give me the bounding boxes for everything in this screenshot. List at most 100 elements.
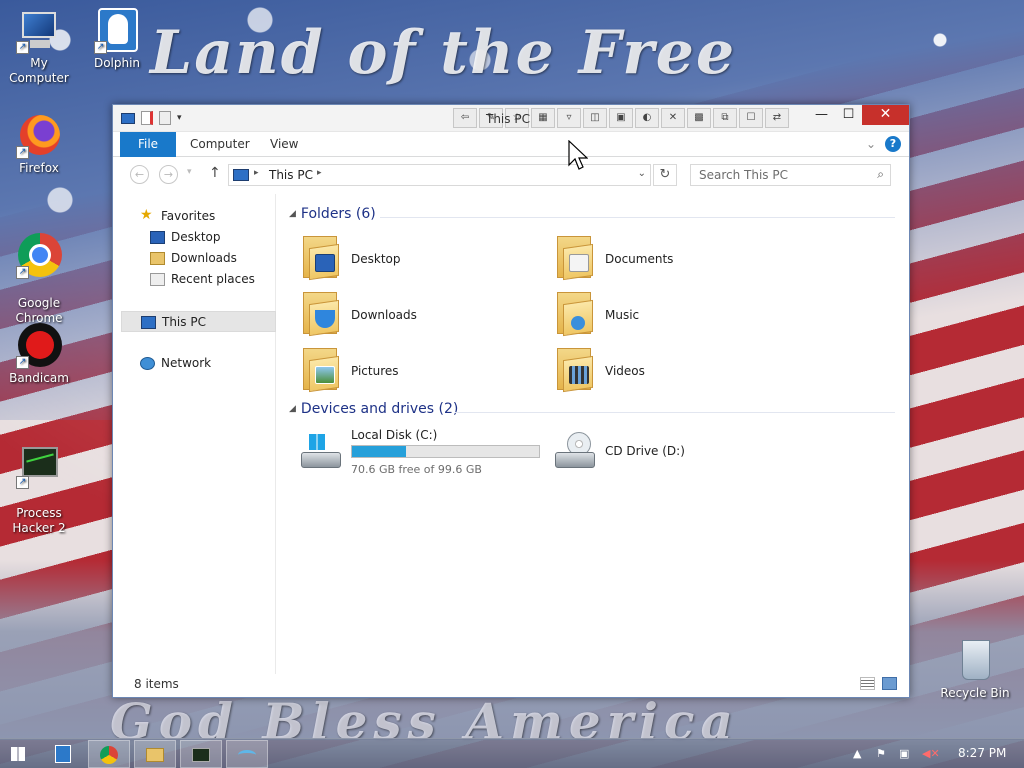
tab-file[interactable]: File bbox=[120, 132, 176, 157]
taskbar-file-explorer[interactable] bbox=[134, 740, 176, 768]
folder-documents[interactable]: Documents bbox=[555, 234, 795, 286]
address-path[interactable]: This PC bbox=[269, 168, 313, 182]
downloads-folder-icon bbox=[301, 290, 343, 337]
forward-button[interactable]: → bbox=[159, 165, 178, 184]
search-input[interactable]: Search This PC ⌕ bbox=[690, 164, 891, 186]
folder-name: Pictures bbox=[351, 364, 399, 378]
title-bar[interactable]: ▾ ⇦ ✎ ☆ ▦ ▿ ◫ ▣ ◐ ✕ ▩ ⧉ ☐ ⇄ This PC — ☐ … bbox=[113, 105, 909, 132]
address-dropdown-icon[interactable]: ⌄ bbox=[638, 168, 646, 179]
desktop-icon-label: My Computer bbox=[9, 56, 69, 85]
minimize-button[interactable]: — bbox=[808, 105, 835, 125]
desktop-icon bbox=[150, 231, 165, 244]
folder-pictures[interactable]: Pictures bbox=[301, 346, 541, 398]
folders-group-header[interactable]: ◢ Folders (6) bbox=[289, 206, 376, 222]
taskbar: ▲ ⚑ ▣ ◀✕ 8:27 PM bbox=[0, 738, 1024, 768]
sidebar-item-network[interactable]: Network bbox=[113, 353, 276, 374]
drive-cd-d[interactable]: CD Drive (D:) bbox=[553, 428, 713, 478]
sidebar-item-downloads[interactable]: Downloads bbox=[113, 248, 276, 269]
status-bar: 8 items bbox=[113, 674, 909, 698]
tool-button[interactable]: ▿ bbox=[557, 108, 581, 128]
folders-header-label: Folders (6) bbox=[300, 206, 376, 222]
hard-drive-icon bbox=[299, 432, 343, 472]
desktop-icon-bandicam[interactable]: ↗ Bandicam bbox=[0, 323, 78, 386]
show-hidden-icons-button[interactable]: ▲ bbox=[853, 747, 861, 760]
ribbon-tabs: File Computer View ⌄ ? bbox=[113, 132, 909, 157]
up-button[interactable]: ↑ bbox=[209, 165, 221, 181]
collapse-icon[interactable]: ◢ bbox=[289, 209, 296, 219]
navigation-bar: ← → ▾ ↑ ▸ This PC ▸ ⌄ ↻ Search This PC ⌕ bbox=[113, 157, 909, 193]
folder-desktop[interactable]: Desktop bbox=[301, 234, 541, 286]
file-explorer-window: ▾ ⇦ ✎ ☆ ▦ ▿ ◫ ▣ ◐ ✕ ▩ ⧉ ☐ ⇄ This PC — ☐ … bbox=[112, 104, 910, 698]
maximize-button[interactable]: ☐ bbox=[835, 105, 862, 125]
back-button[interactable]: ← bbox=[130, 165, 149, 184]
search-icon[interactable]: ⌕ bbox=[877, 167, 884, 182]
desktop-icon-dolphin[interactable]: ↗ Dolphin bbox=[78, 8, 156, 71]
start-button[interactable] bbox=[0, 740, 36, 768]
chevron-right-icon[interactable]: ▸ bbox=[317, 168, 322, 178]
drive-local-disk-c[interactable]: Local Disk (C:) 70.6 GB free of 99.6 GB bbox=[299, 428, 549, 478]
desktop-icon-my-computer[interactable]: ↗ My Computer bbox=[0, 8, 78, 86]
bandicam-icon: ↗ bbox=[16, 323, 62, 369]
chevron-right-icon[interactable]: ▸ bbox=[254, 168, 259, 178]
taskbar-chrome[interactable] bbox=[88, 740, 130, 768]
taskbar-clock[interactable]: 8:27 PM bbox=[958, 746, 1006, 760]
sidebar-item-desktop[interactable]: Desktop bbox=[113, 227, 276, 248]
desktop-folder-icon bbox=[301, 234, 343, 281]
mouse-cursor-icon bbox=[568, 140, 588, 170]
sidebar-item-favorites[interactable]: ★ Favorites bbox=[113, 206, 276, 227]
pictures-folder-icon bbox=[301, 346, 343, 393]
folder-videos[interactable]: Videos bbox=[555, 346, 795, 398]
tab-computer[interactable]: Computer bbox=[190, 132, 250, 157]
tool-button[interactable]: ◫ bbox=[583, 108, 607, 128]
quick-access-toolbar: ▾ bbox=[121, 111, 182, 125]
tool-button[interactable]: ⇄ bbox=[765, 108, 789, 128]
desktop-icon-process-hacker[interactable]: ↗ Process Hacker 2 bbox=[0, 428, 78, 551]
folder-downloads[interactable]: Downloads bbox=[301, 290, 541, 342]
drive-name: CD Drive (D:) bbox=[605, 444, 685, 458]
taskbar-dolphin[interactable] bbox=[42, 740, 84, 768]
item-count: 8 items bbox=[134, 677, 179, 691]
expand-ribbon-icon[interactable]: ⌄ bbox=[866, 137, 876, 151]
tab-view[interactable]: View bbox=[270, 132, 298, 157]
collapse-icon[interactable]: ◢ bbox=[289, 404, 296, 414]
desktop-icon-label: Google Chrome bbox=[15, 296, 63, 325]
tool-button[interactable]: ⇦ bbox=[453, 108, 477, 128]
desktop-icon-label: Firefox bbox=[19, 161, 59, 175]
tool-button[interactable]: ⧉ bbox=[713, 108, 737, 128]
taskbar-dolphin-alt[interactable] bbox=[226, 740, 268, 768]
properties-icon[interactable] bbox=[141, 111, 153, 125]
group-divider bbox=[455, 412, 895, 413]
tool-button[interactable]: ▣ bbox=[609, 108, 633, 128]
navigation-pane: ★ Favorites Desktop Downloads Recent pla… bbox=[113, 194, 276, 674]
drives-header-label: Devices and drives (2) bbox=[300, 401, 459, 417]
drives-group-header[interactable]: ◢ Devices and drives (2) bbox=[289, 401, 458, 417]
desktop-icon-recycle-bin[interactable]: Recycle Bin bbox=[936, 638, 1014, 701]
dolphin-alt-icon bbox=[238, 750, 256, 760]
sidebar-item-recent-places[interactable]: Recent places bbox=[113, 269, 276, 290]
desktop-icon-firefox[interactable]: ↗ Firefox bbox=[0, 113, 78, 176]
tool-button[interactable]: ☐ bbox=[739, 108, 763, 128]
folder-name: Documents bbox=[605, 252, 674, 266]
drive-usage-bar bbox=[351, 445, 540, 458]
tool-button[interactable]: ✕ bbox=[661, 108, 685, 128]
tool-button[interactable]: ▩ bbox=[687, 108, 711, 128]
wallpaper-top-text: Land of the Free bbox=[150, 18, 737, 88]
tool-button[interactable]: ▦ bbox=[531, 108, 555, 128]
large-icons-view-button[interactable] bbox=[882, 677, 897, 690]
taskbar-process-hacker[interactable] bbox=[180, 740, 222, 768]
chevron-down-icon[interactable]: ▾ bbox=[177, 113, 182, 123]
start-icon bbox=[11, 747, 25, 761]
folder-music[interactable]: Music bbox=[555, 290, 795, 342]
new-folder-icon[interactable] bbox=[159, 111, 171, 125]
sidebar-item-this-pc[interactable]: This PC bbox=[121, 311, 276, 332]
details-view-button[interactable] bbox=[860, 677, 875, 690]
star-icon: ★ bbox=[140, 207, 153, 223]
volume-muted-icon[interactable]: ◀✕ bbox=[922, 747, 940, 760]
tool-button[interactable]: ◐ bbox=[635, 108, 659, 128]
action-center-icon[interactable]: ⚑ bbox=[876, 747, 886, 760]
refresh-button[interactable]: ↻ bbox=[653, 164, 677, 186]
recent-locations-icon[interactable]: ▾ bbox=[187, 167, 192, 177]
network-tray-icon[interactable]: ▣ bbox=[899, 747, 909, 760]
close-button[interactable]: ✕ bbox=[862, 105, 909, 125]
help-button[interactable]: ? bbox=[885, 136, 901, 152]
